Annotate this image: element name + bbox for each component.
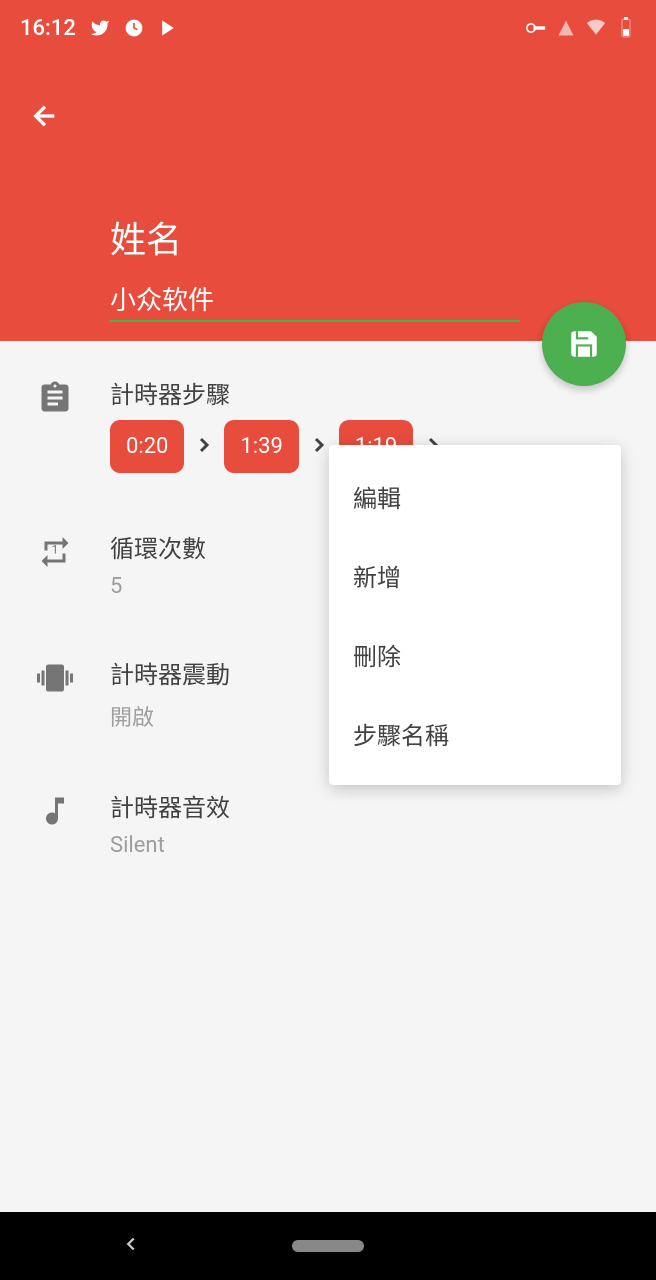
sound-label: 計時器音效: [110, 788, 626, 823]
status-time: 16:12: [20, 16, 76, 41]
menu-item-edit[interactable]: 編輯: [329, 457, 621, 536]
menu-item-step-name[interactable]: 步驟名稱: [329, 694, 621, 773]
sound-value: Silent: [110, 833, 626, 858]
twitter-icon: [90, 18, 110, 38]
sound-row[interactable]: 計時器音效 Silent: [0, 774, 656, 870]
sound-content: 計時器音效 Silent: [110, 786, 626, 858]
timer-steps-label: 計時器步驟: [110, 375, 626, 410]
svg-text:1: 1: [52, 543, 59, 557]
menu-item-delete[interactable]: 刪除: [329, 615, 621, 694]
play-icon: [158, 18, 178, 38]
chevron-right-icon: [190, 433, 218, 461]
battery-icon: [616, 18, 636, 38]
wifi-icon: [586, 18, 606, 38]
name-label: 姓名: [110, 211, 626, 263]
step-chip[interactable]: 0:20: [110, 420, 184, 473]
status-right: [526, 18, 636, 38]
header: 姓名: [0, 56, 656, 341]
menu-item-add[interactable]: 新增: [329, 536, 621, 615]
status-left: 16:12: [20, 16, 178, 41]
step-chip[interactable]: 1:39: [224, 420, 298, 473]
nav-home-pill[interactable]: [292, 1240, 364, 1252]
clock-icon: [124, 18, 144, 38]
vibration-icon: [30, 653, 80, 703]
navigation-bar: [0, 1212, 656, 1280]
name-section: 姓名: [30, 211, 626, 322]
back-button[interactable]: [25, 96, 65, 136]
name-input[interactable]: [110, 283, 520, 322]
music-note-icon: [30, 786, 80, 836]
save-fab[interactable]: [542, 302, 626, 386]
context-menu: 編輯 新增 刪除 步驟名稱: [329, 445, 621, 785]
nav-back-button[interactable]: [120, 1233, 142, 1259]
vpn-icon: [526, 18, 546, 38]
repeat-icon: 1: [30, 527, 80, 577]
signal-icon: [556, 18, 576, 38]
clipboard-icon: [30, 373, 80, 423]
status-bar: 16:12: [0, 0, 656, 56]
